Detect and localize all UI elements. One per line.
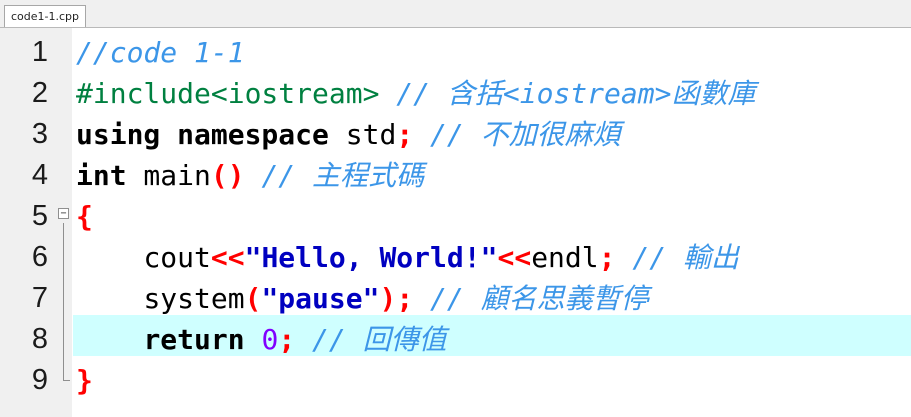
open-paren: ( [244, 282, 262, 315]
keyword: int [76, 159, 127, 192]
preprocessor-directive: #include<iostream> [76, 77, 380, 110]
identifier: cout [143, 241, 211, 274]
keyword: using namespace [76, 118, 329, 151]
code-line-7[interactable]: system("pause"); // 顧名思義暫停 [76, 278, 649, 319]
line-number: 8 [31, 323, 48, 355]
operator: << [497, 241, 532, 274]
file-tab[interactable]: code1-1.cpp [4, 5, 87, 27]
line-number-gutter: 1 2 3 4 5 6 7 8 9 [0, 28, 72, 417]
comment: // 輸出 [615, 241, 739, 274]
identifier: main [126, 159, 211, 192]
fold-toggle-icon[interactable]: − [58, 208, 69, 219]
code-line-4[interactable]: int main() // 主程式碼 [76, 155, 424, 196]
semicolon: ; [396, 118, 414, 151]
number-literal: 0 [261, 323, 279, 356]
comment: // 顧名思義暫停 [413, 282, 649, 315]
semicolon: ; [396, 282, 414, 315]
code-line-2[interactable]: #include<iostream> // 含括<iostream>函數庫 [76, 73, 755, 114]
tab-bar: code1-1.cpp [0, 0, 911, 28]
identifier: std [328, 118, 397, 151]
line-number: 2 [31, 77, 48, 109]
fold-end-marker [63, 380, 70, 381]
line-number: 5 [31, 200, 48, 232]
code-line-3[interactable]: using namespace std; // 不加很麻煩 [76, 114, 621, 155]
close-paren: ) [379, 282, 397, 315]
parentheses: () [210, 159, 245, 192]
line-number: 1 [31, 36, 48, 68]
line-number: 3 [31, 118, 48, 150]
line-number: 7 [31, 282, 48, 314]
identifier: system [143, 282, 245, 315]
keyword: return [143, 323, 245, 356]
line-number: 9 [31, 364, 48, 396]
code-line-8[interactable]: return 0; // 回傳值 [76, 319, 447, 360]
line-number: 6 [31, 241, 48, 273]
semicolon: ; [278, 323, 296, 356]
close-brace: } [76, 364, 93, 397]
fold-guide-line [63, 223, 64, 380]
string-literal: "Hello, World!" [244, 241, 498, 274]
comment: // 回傳值 [295, 323, 447, 356]
operator: << [210, 241, 245, 274]
comment: // 主程式碼 [244, 159, 425, 192]
string-literal: "pause" [261, 282, 380, 315]
identifier: endl [531, 241, 599, 274]
open-brace: { [76, 200, 93, 233]
comment: //code 1-1 [76, 36, 245, 69]
code-line-5[interactable]: { [76, 196, 93, 237]
comment: // 不加很麻煩 [413, 118, 621, 151]
code-line-1[interactable]: //code 1-1 [76, 32, 245, 73]
code-line-9[interactable]: } [76, 360, 93, 401]
line-number: 4 [31, 159, 48, 191]
comment: // 含括<iostream>函數庫 [379, 77, 756, 110]
code-line-6[interactable]: cout<<"Hello, World!"<<endl; // 輸出 [76, 237, 739, 278]
semicolon: ; [598, 241, 616, 274]
